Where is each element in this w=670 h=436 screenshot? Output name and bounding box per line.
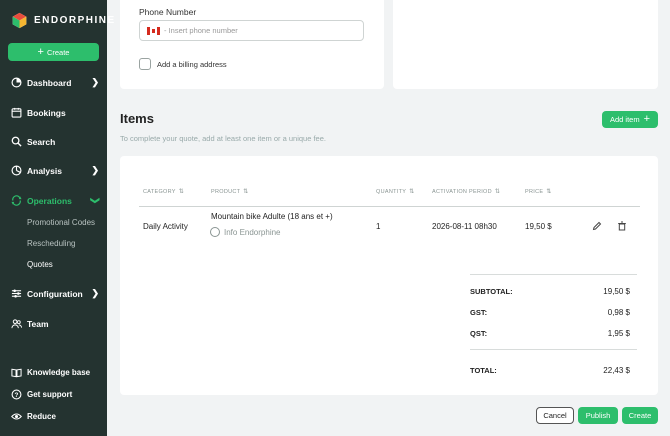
sidebar-item-label: Get support [27,390,73,399]
row-product: Mountain bike Adulte (18 ans et +) [211,212,333,221]
sort-icon: ⇅ [546,189,552,195]
gst-value: 0,98 $ [607,308,630,317]
items-subtitle: To complete your quote, add at least one… [120,134,326,143]
chevron-right-icon: ❯ [91,165,99,175]
sliders-icon [11,289,22,298]
svg-text:?: ? [15,392,19,399]
sidebar-item-reduce[interactable]: Reduce [11,411,101,422]
subtotal-value: 19,50 $ [603,287,630,296]
sidebar-subitem-promotional-codes[interactable]: Promotional Codes [27,218,95,227]
phone-number-label: Phone Number [139,7,197,17]
search-icon [11,136,22,147]
phone-number-input[interactable]: - Insert phone number [139,20,364,41]
help-icon: ? [11,389,22,400]
sidebar-item-knowledge-base[interactable]: Knowledge base [11,367,101,378]
sort-icon: ⇅ [243,189,249,195]
subtotal-label: SUBTOTAL: [470,287,513,296]
sidebar-item-label: Dashboard [27,77,72,88]
row-price: 19,50 $ [525,222,552,231]
sidebar-item-label: Knowledge base [27,368,91,377]
column-header-product[interactable]: PRODUCT ⇅ [211,188,249,196]
row-category: Daily Activity [143,222,188,231]
add-item-label: Add item [609,115,640,124]
total-value: 22,43 $ [603,366,630,375]
sidebar-item-label: Team [27,318,49,329]
column-header-quantity[interactable]: QUANTITY ⇅ [376,188,415,196]
column-header-category[interactable]: CATEGORY ⇅ [143,188,185,196]
sidebar-item-label: Configuration [27,288,83,299]
chevron-down-icon: ❯ [90,196,101,205]
sort-icon: ⇅ [409,189,415,195]
canada-flag-icon [147,26,160,35]
column-header-activation-period[interactable]: ACTIVATION PERIOD ⇅ [432,188,501,196]
table-header-divider [139,206,640,207]
analysis-icon [11,165,22,176]
phone-placeholder: - Insert phone number [164,26,238,35]
billing-address-checkbox[interactable] [139,58,151,70]
calendar-icon [11,107,22,118]
publish-button[interactable]: Publish [578,407,618,424]
sort-icon: ⇅ [494,189,501,195]
row-quantity: 1 [376,222,381,231]
plus-icon: + [37,45,44,58]
row-supplier: Info Endorphine [210,227,281,237]
sidebar-item-label: Operations [27,195,72,206]
sidebar-item-label: Search [27,136,56,147]
column-header-price[interactable]: PRICE ⇅ [525,188,552,196]
edit-icon[interactable] [592,221,602,231]
create-button[interactable]: Create [622,407,658,424]
cancel-button[interactable]: Cancel [536,407,574,424]
row-period: 2026-08-11 08h30 [432,222,497,231]
sort-icon: ⇅ [178,189,185,195]
trash-icon[interactable] [617,221,627,231]
sidebar-item-dashboard[interactable]: Dashboard ❯ [11,77,101,88]
add-item-button[interactable]: Add item + [602,111,658,128]
items-title: Items [120,111,154,126]
sidebar-item-analysis[interactable]: Analysis ❯ [11,165,101,176]
sidebar-item-search[interactable]: Search [11,136,101,147]
chevron-right-icon: ❯ [91,288,99,298]
sidebar-item-label: Bookings [27,107,66,118]
billing-address-label: Add a billing address [157,60,227,69]
qst-label: QST: [470,329,488,338]
sidebar: ENDORPHINE + Create Dashboard ❯ Bookings… [0,0,114,436]
plus-icon: + [643,113,651,125]
supplier-icon [210,227,220,237]
create-label: Create [46,47,70,57]
brand-name: ENDORPHINE [34,15,116,26]
qst-value: 1,95 $ [607,329,630,338]
sidebar-item-label: Reduce [27,412,56,421]
sidebar-subitem-quotes[interactable]: Quotes [27,260,53,269]
sidebar-item-operations[interactable]: Operations ❯ [11,195,101,206]
dashboard-icon [11,77,22,88]
operations-icon [11,195,22,206]
gst-label: GST: [470,308,488,317]
sidebar-create-button[interactable]: + Create [8,43,99,61]
brand-logo[interactable]: ENDORPHINE [11,12,116,29]
sidebar-item-get-support[interactable]: ? Get support [11,389,101,400]
chevron-right-icon: ❯ [91,77,99,87]
side-card [393,0,658,89]
eye-icon [11,413,22,420]
summary-divider [470,274,637,275]
team-icon [11,319,22,329]
sidebar-item-team[interactable]: Team [11,318,101,329]
sidebar-item-bookings[interactable]: Bookings [11,107,101,118]
sidebar-item-configuration[interactable]: Configuration ❯ [11,288,101,299]
total-label: TOTAL: [470,366,497,375]
sidebar-item-label: Analysis [27,165,62,176]
summary-divider [470,349,637,350]
endorphine-logo-icon [12,12,27,29]
book-icon [11,368,22,378]
sidebar-subitem-rescheduling[interactable]: Rescheduling [27,239,75,248]
